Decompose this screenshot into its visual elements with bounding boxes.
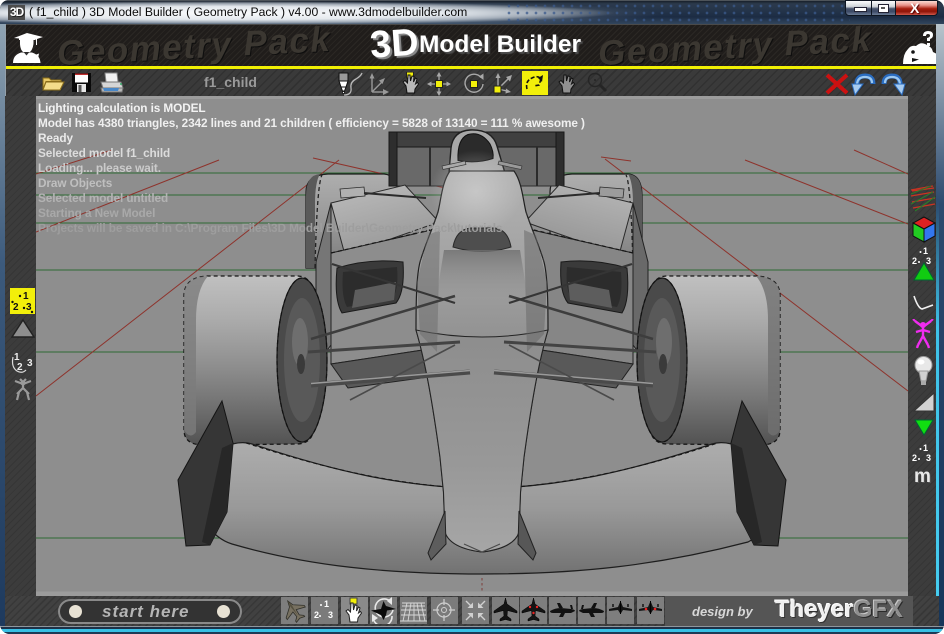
svg-text:2: 2 bbox=[13, 302, 19, 313]
svg-text:2: 2 bbox=[314, 610, 319, 620]
svg-text:2: 2 bbox=[912, 453, 917, 463]
svg-text:m: m bbox=[914, 466, 931, 487]
svg-text:3: 3 bbox=[926, 453, 931, 463]
svg-text:1: 1 bbox=[923, 246, 928, 256]
svg-text:1: 1 bbox=[23, 291, 29, 302]
svg-text:1: 1 bbox=[324, 599, 329, 609]
svg-text:3: 3 bbox=[27, 358, 33, 369]
svg-text:1: 1 bbox=[923, 443, 928, 453]
svg-text:3: 3 bbox=[328, 610, 333, 620]
